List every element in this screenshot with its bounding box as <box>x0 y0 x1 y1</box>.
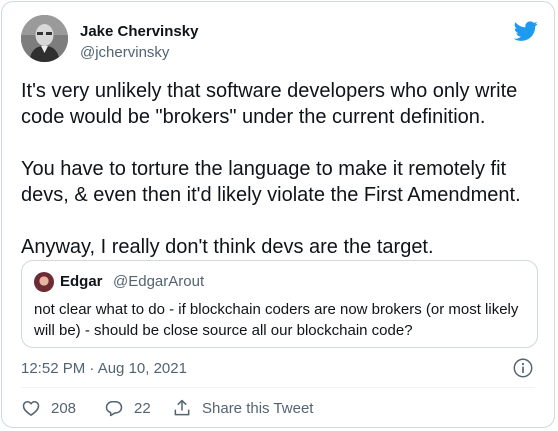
like-button[interactable]: 208 <box>21 398 76 418</box>
reply-button[interactable]: 22 <box>104 398 151 418</box>
author-name[interactable]: Jake Chervinsky <box>80 23 198 40</box>
tweet-timestamp[interactable]: 12:52 PM · Aug 10, 2021 <box>21 360 187 377</box>
quoted-tweet[interactable]: Edgar @EdgarArout not clear what to do -… <box>21 260 538 348</box>
tweet-text: It's very unlikely that software develop… <box>21 80 521 258</box>
quoted-author-name: Edgar <box>60 273 103 290</box>
quoted-tweet-text: not clear what to do - if blockchain cod… <box>34 301 519 339</box>
author-handle[interactable]: @jchervinsky <box>80 44 169 61</box>
share-label: Share this Tweet <box>202 399 314 417</box>
reply-icon <box>105 401 123 417</box>
author-avatar[interactable] <box>21 15 68 62</box>
info-icon[interactable] <box>512 357 534 379</box>
author-avatar-image <box>21 15 68 62</box>
share-button[interactable]: Share this Tweet <box>172 398 313 418</box>
reply-count: 22 <box>134 399 151 417</box>
quoted-author-handle: @EdgarArout <box>113 273 205 290</box>
quoted-author-avatar[interactable] <box>34 272 54 292</box>
heart-icon <box>22 401 40 416</box>
like-count: 208 <box>51 399 77 417</box>
share-icon <box>174 399 190 416</box>
twitter-bird-icon[interactable] <box>514 19 538 43</box>
tweet-card: Jake Chervinsky @jchervinsky It's very u… <box>1 1 555 428</box>
actions-divider <box>21 387 535 388</box>
